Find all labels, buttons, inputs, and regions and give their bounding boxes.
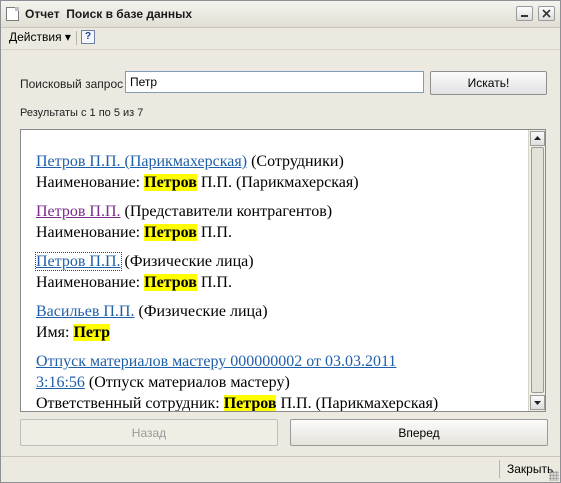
result-item: Васильев П.П. (Физические лица) Имя: Пет… (36, 301, 531, 343)
result-link[interactable]: Петров П.П. (Парикмахерская) (36, 153, 247, 170)
title-bar[interactable]: Отчет Поиск в базе данных (1, 1, 560, 28)
document-icon (6, 7, 19, 21)
search-input[interactable] (125, 71, 424, 93)
result-item: Петров П.П. (Парикмахерская) (Сотрудники… (36, 151, 531, 193)
result-link[interactable]: Васильев П.П. (36, 303, 134, 320)
result-link-continued[interactable]: 3:16:56 (36, 374, 85, 391)
result-item: Петров П.П. (Представители контрагентов)… (36, 201, 531, 243)
arrow-up-icon (534, 136, 541, 140)
result-type: (Представители контрагентов) (120, 203, 333, 220)
minimize-button[interactable] (516, 6, 533, 21)
search-button[interactable]: Искать! (430, 71, 547, 95)
footer-separator (499, 460, 500, 478)
result-field-label: Наименование: (36, 174, 145, 191)
back-button[interactable]: Назад (20, 419, 278, 446)
result-item: Петров П.П. (Физические лица) Наименован… (35, 251, 531, 293)
results-list: Петров П.П. (Парикмахерская) (Сотрудники… (35, 151, 531, 412)
results-count: Результаты с 1 по 5 из 7 (20, 107, 144, 119)
result-field-label: Наименование: (36, 224, 145, 241)
result-field-rest: П.П. (196, 224, 232, 241)
result-field-label: Имя: (36, 324, 74, 341)
result-type: (Сотрудники) (247, 153, 344, 170)
result-field-rest: П.П. (Парикмахерская) (276, 395, 439, 412)
result-field-rest: П.П. (196, 274, 232, 291)
result-field-label: Наименование: (36, 274, 145, 291)
result-highlight: Петров (144, 224, 197, 241)
search-label: Поисковый запрос (20, 77, 124, 91)
result-type: (Физические лица) (120, 253, 254, 270)
minimize-icon (521, 15, 528, 17)
result-highlight: Петров (144, 174, 197, 191)
arrow-down-icon (534, 401, 541, 405)
close-window-button[interactable] (538, 6, 555, 21)
resize-grip-icon[interactable] (549, 471, 559, 481)
result-type: (Физические лица) (134, 303, 268, 320)
results-scrollbar[interactable] (528, 130, 545, 411)
result-item: Отпуск материалов мастеру 000000002 от 0… (36, 351, 531, 412)
result-link[interactable]: Петров П.П. (36, 203, 121, 220)
result-field-label: Ответственный сотрудник: (36, 395, 224, 412)
next-button[interactable]: Вперед (290, 419, 548, 446)
close-icon (542, 9, 551, 18)
scroll-thumb[interactable] (531, 147, 544, 393)
results-panel[interactable]: Петров П.П. (Парикмахерская) (Сотрудники… (20, 129, 546, 412)
menu-bar: Действия ▾ ? (1, 28, 560, 47)
scroll-down-button[interactable] (530, 395, 545, 410)
result-link[interactable]: Отпуск материалов мастеру 000000002 от 0… (36, 353, 396, 370)
help-button[interactable]: ? (81, 30, 95, 44)
result-highlight: Петров (144, 274, 197, 291)
result-highlight: Петр (73, 324, 110, 341)
menu-separator (76, 31, 77, 45)
footer-divider (1, 456, 560, 457)
result-highlight: Петров (223, 395, 277, 412)
result-field-rest: П.П. (Парикмахерская) (196, 174, 359, 191)
scroll-up-button[interactable] (530, 131, 545, 146)
menu-divider (1, 49, 560, 50)
close-button[interactable]: Закрыть (507, 462, 553, 476)
result-link[interactable]: Петров П.П. (35, 252, 122, 271)
window-title: Отчет Поиск в базе данных (25, 7, 193, 21)
actions-menu[interactable]: Действия ▾ (7, 30, 73, 45)
report-window: Отчет Поиск в базе данных Действия ▾ ? П… (0, 0, 561, 483)
result-type: (Отпуск материалов мастеру) (84, 374, 290, 391)
